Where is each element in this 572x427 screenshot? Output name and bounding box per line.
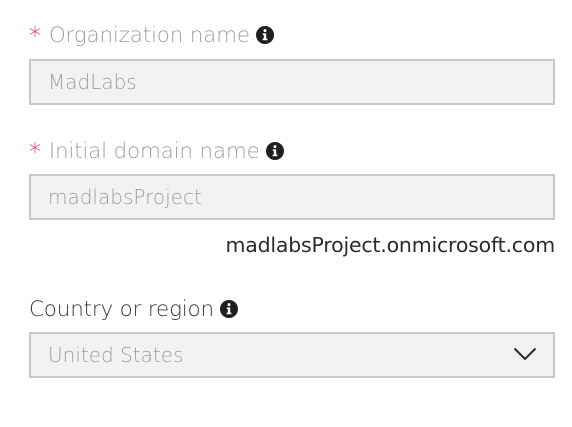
- organization-name-input[interactable]: MadLabs: [29, 59, 555, 105]
- full-domain-hint: madlabsProject.onmicrosoft.com: [225, 233, 555, 257]
- info-icon[interactable]: [255, 26, 274, 44]
- country-region-field: Country or region United States: [29, 295, 555, 378]
- organization-name-value: MadLabs: [48, 70, 137, 94]
- required-marker: *: [29, 138, 41, 166]
- initial-domain-field: * Initial domain name madlabsProject: [29, 137, 555, 220]
- info-icon[interactable]: [219, 300, 238, 318]
- organization-name-field: * Organization name MadLabs: [29, 21, 555, 105]
- country-region-value: United States: [48, 343, 184, 367]
- initial-domain-label-row: * Initial domain name: [29, 137, 555, 166]
- country-region-label-row: Country or region: [29, 295, 555, 323]
- country-region-label: Country or region: [29, 296, 214, 322]
- tenant-form: { "org": { "required_mark": "*", "label"…: [0, 0, 572, 427]
- initial-domain-value: madlabsProject: [48, 185, 202, 209]
- country-region-select[interactable]: United States: [29, 332, 555, 378]
- required-marker: *: [29, 22, 41, 50]
- initial-domain-input[interactable]: madlabsProject: [29, 174, 555, 220]
- organization-name-label: Organization name: [48, 22, 250, 48]
- organization-name-label-row: * Organization name: [29, 21, 555, 50]
- initial-domain-label: Initial domain name: [48, 138, 260, 164]
- chevron-down-icon[interactable]: [513, 346, 537, 362]
- info-icon[interactable]: [265, 142, 284, 160]
